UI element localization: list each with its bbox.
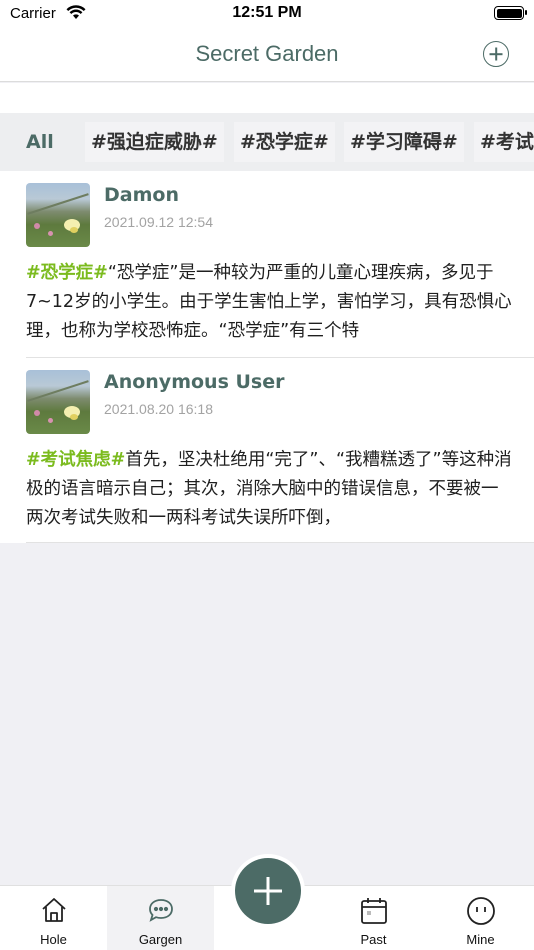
tab-past[interactable]: Past (320, 886, 427, 950)
smiley-icon (466, 896, 496, 930)
avatar[interactable] (26, 370, 90, 434)
post-timestamp: 2021.08.20 16:18 (104, 401, 213, 417)
tab-label: Past (360, 932, 387, 947)
calendar-icon (359, 896, 389, 930)
post-feed: Damon 2021.09.12 12:54 #恐学症#“恐学症”是一种较为严重… (0, 171, 534, 543)
tag-all[interactable]: All (20, 122, 60, 162)
post-hashtag[interactable]: #考试焦虑# (26, 450, 125, 470)
tab-hole[interactable]: Hole (0, 886, 107, 950)
navigation-bar: Secret Garden (0, 28, 534, 82)
tag-filter-bar[interactable]: All #强迫症威胁# #恐学症# #学习障碍# #考试 (0, 113, 534, 171)
avatar[interactable] (26, 183, 90, 247)
tag-school-phobia[interactable]: #恐学症# (234, 122, 335, 162)
post-username: Damon (104, 184, 179, 206)
tag-learning-disorder[interactable]: #学习障碍# (344, 122, 464, 162)
post-card[interactable]: Damon 2021.09.12 12:54 #恐学症#“恐学症”是一种较为严重… (0, 171, 534, 357)
page-title: Secret Garden (195, 41, 339, 66)
compose-post-button[interactable] (235, 858, 301, 924)
post-timestamp: 2021.09.12 12:54 (104, 214, 213, 230)
tab-garden[interactable]: Gargen (107, 886, 214, 950)
post-hashtag[interactable]: #恐学症# (26, 263, 108, 283)
post-content: #考试焦虑#首先，坚决杜绝用“完了”、“我糟糕透了”等这种消极的语言暗示自己；其… (26, 446, 512, 534)
status-bar: Carrier 12:51 PM (0, 0, 534, 28)
post-content: #恐学症#“恐学症”是一种较为严重的儿童心理疾病，多见于7~12岁的小学生。由于… (26, 259, 512, 347)
app-screen: Carrier 12:51 PM Secret Garden All #强迫症威… (0, 0, 534, 950)
header-spacer (0, 83, 534, 113)
tab-label: Gargen (138, 932, 183, 947)
clock: 12:51 PM (232, 4, 302, 21)
chat-bubble-icon (147, 896, 175, 928)
tab-label: Hole (40, 932, 67, 947)
post-card[interactable]: Anonymous User 2021.08.20 16:18 #考试焦虑#首先… (26, 357, 534, 543)
tag-exam[interactable]: #考试 (474, 122, 534, 162)
battery-icon (494, 6, 527, 20)
tab-mine[interactable]: Mine (427, 886, 534, 950)
post-username: Anonymous User (104, 371, 285, 393)
tab-label: Mine (466, 932, 495, 947)
add-circle-button[interactable] (483, 41, 509, 67)
tag-ocd-threat[interactable]: #强迫症威胁# (85, 122, 224, 162)
home-icon (40, 896, 68, 928)
